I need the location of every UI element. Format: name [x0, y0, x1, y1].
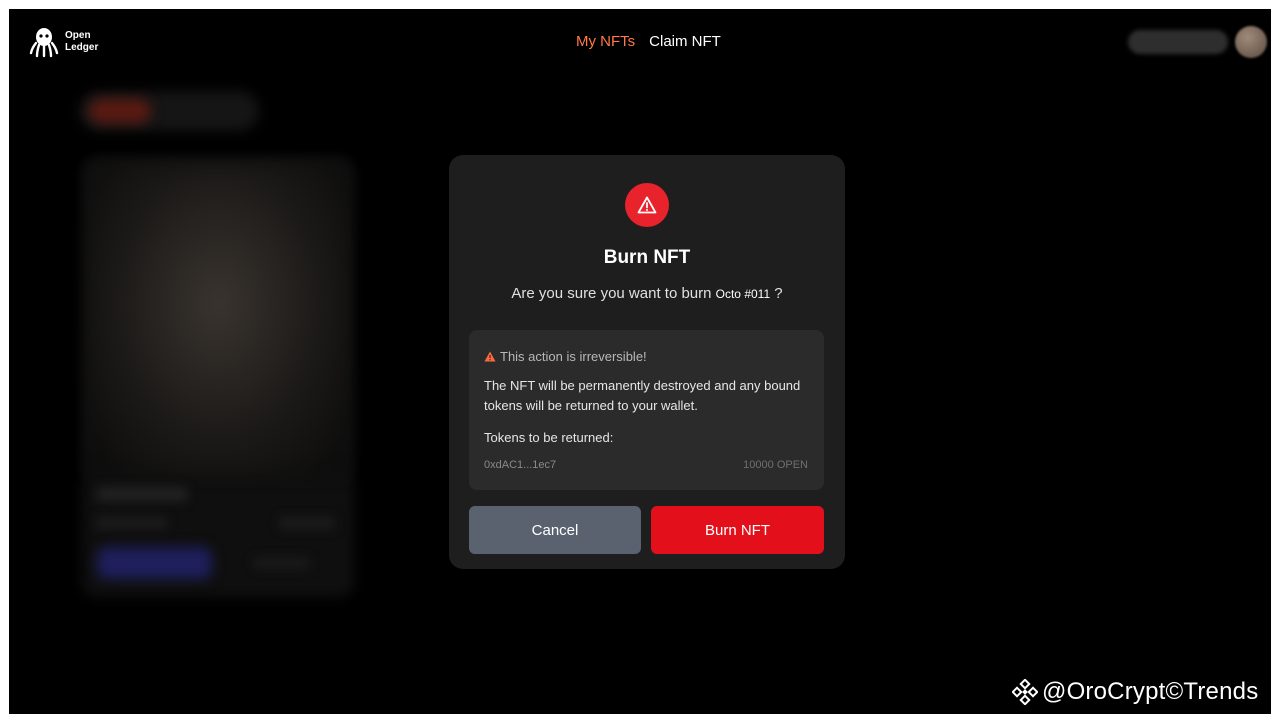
watermark: @OroCrypt©Trends [1012, 678, 1258, 706]
cancel-button[interactable]: Cancel [469, 506, 641, 554]
binance-diamond-icon [1012, 679, 1038, 705]
warning-icon [625, 183, 669, 227]
brand-name-line2: Ledger [65, 42, 99, 53]
brand-name: Open Ledger [65, 30, 98, 54]
burn-info-box: This action is irreversible! The NFT wil… [469, 330, 824, 490]
irreversible-warning: This action is irreversible! [484, 349, 647, 364]
modal-title: Burn NFT [603, 247, 691, 268]
small-warning-icon [484, 351, 496, 362]
token-amount: 10000 OPEN [743, 459, 808, 471]
burn-nft-modal: Burn NFT Are you sure you want to burn O… [449, 155, 845, 569]
background-card-meta [97, 517, 167, 529]
background-card-button [97, 547, 212, 579]
tokens-label: Tokens to be returned: [484, 430, 614, 445]
irreversible-text: This action is irreversible! [500, 349, 647, 364]
nav-my-nfts[interactable]: My NFTs [576, 33, 635, 50]
nft-name: Octo #011 [715, 287, 771, 301]
watermark-text: @OroCrypt©Trends [1042, 678, 1259, 705]
token-address: 0xdAC1...1ec7 [484, 459, 557, 471]
burn-description: The NFT will be permanently destroyed an… [484, 378, 801, 413]
background-card-link [254, 557, 309, 569]
app-frame: Open Ledger My NFTs Claim NFT Burn NFT A… [9, 9, 1271, 714]
question-prefix: Are you sure you want to burn [511, 285, 716, 302]
main-nav: My NFTs Claim NFT [576, 33, 721, 50]
background-nft-image [89, 164, 347, 474]
confirm-question: Are you sure you want to burn Octo #011 … [449, 285, 845, 302]
octopus-logo-icon [29, 28, 59, 58]
nav-claim-nft[interactable]: Claim NFT [649, 33, 721, 50]
warning-triangle-icon [637, 196, 657, 214]
wallet-address-pill[interactable] [1128, 30, 1228, 54]
burn-nft-button[interactable]: Burn NFT [651, 506, 824, 554]
question-suffix: ? [770, 285, 783, 302]
brand-logo[interactable]: Open Ledger [29, 26, 98, 58]
background-card-value [279, 517, 334, 529]
background-card-title [97, 487, 187, 501]
avatar[interactable] [1235, 26, 1267, 58]
background-tab-active [89, 99, 151, 123]
brand-name-line1: Open [65, 30, 91, 41]
